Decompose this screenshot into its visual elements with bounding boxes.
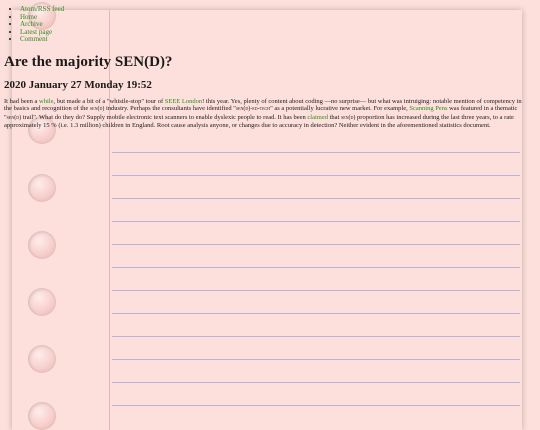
sen-term: sen(d): [6, 114, 22, 121]
ruled-line: [112, 198, 520, 199]
binder-hole: [28, 174, 56, 202]
body-text: trail". What do they do? Supply mobile e…: [21, 113, 308, 121]
ruled-line: [112, 313, 520, 314]
link-scanning-pens[interactable]: Scanning Pens: [409, 105, 447, 112]
ruled-line: [112, 152, 520, 153]
nav-item: Home: [20, 13, 540, 22]
margin-line: [109, 10, 110, 430]
nav-item: Archive: [20, 20, 540, 29]
body-text: , but made a bit of a "whistle-stop" tou…: [53, 98, 165, 105]
binder-hole: [28, 231, 56, 259]
site-nav: Atom/RSS feed Home Archive Latest page C…: [0, 5, 540, 44]
ruled-line: [112, 290, 520, 291]
notebook-paper-background: [12, 2, 522, 430]
post-body: It had been a while, but made a bit of a…: [4, 98, 522, 130]
nav-item: Comment: [20, 35, 540, 44]
ruled-line: [112, 175, 520, 176]
binder-hole: [28, 288, 56, 316]
ruled-line: [112, 221, 520, 222]
sen-term: sen(d)-ed-tech: [235, 106, 271, 113]
ruled-line: [112, 336, 520, 337]
link-while[interactable]: while: [39, 98, 53, 105]
post-title: Are the majority SEN(D)?: [4, 54, 173, 70]
body-text: " as a potentially lucrative new market.…: [270, 105, 410, 113]
body-text: industry. Perhaps the consultants have i…: [104, 105, 236, 113]
binder-hole: [28, 402, 56, 430]
ruled-line: [112, 359, 520, 360]
ruled-line: [112, 267, 520, 268]
link-claimed[interactable]: claimed: [307, 114, 328, 121]
nav-item: Latest page: [20, 28, 540, 37]
ruled-line: [112, 382, 520, 383]
sen-term: sen(d): [340, 114, 356, 121]
binder-hole: [28, 345, 56, 373]
body-text: It had been a: [4, 98, 40, 105]
body-text: that: [327, 113, 341, 121]
nav-link-comment[interactable]: Comment: [20, 35, 48, 43]
sen-term: sen(d): [89, 106, 105, 113]
link-seee-london[interactable]: SEEE London: [165, 98, 202, 105]
post-date: 2020 January 27 Monday 19:52: [4, 79, 152, 91]
ruled-line: [112, 244, 520, 245]
ruled-line: [112, 405, 520, 406]
nav-item: Atom/RSS feed: [20, 5, 540, 14]
